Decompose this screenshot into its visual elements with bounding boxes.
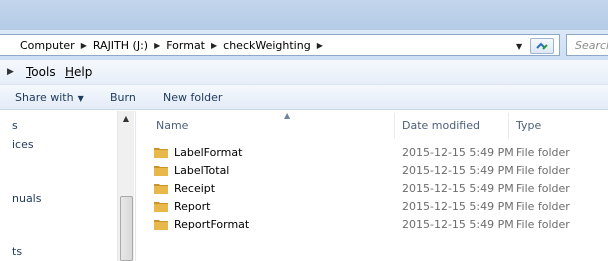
- file-name: LabelFormat: [174, 146, 243, 159]
- window-titlebar: [0, 0, 608, 30]
- table-row[interactable]: ReportFormat 2015-12-15 5:49 PM File fol…: [136, 216, 608, 234]
- file-date: 2015-12-15 5:49 PM: [402, 200, 514, 213]
- refresh-button[interactable]: [530, 38, 554, 54]
- file-date: 2015-12-15 5:49 PM: [402, 146, 514, 159]
- refresh-icon: [536, 42, 548, 50]
- scroll-thumb[interactable]: [120, 196, 133, 261]
- breadcrumb: Computer ▶ RAJITH (J:) ▶ Format ▶ checkWeighti…: [20, 39, 329, 52]
- table-row[interactable]: Receipt 2015-12-15 5:49 PM File folder: [136, 180, 608, 198]
- chevron-right-icon: ▶: [7, 67, 14, 77]
- column-header-date[interactable]: Date modified: [402, 119, 480, 132]
- menu-bar: ▶ Tools Help: [0, 60, 608, 85]
- breadcrumb-item-checkweighting[interactable]: checkWeighting: [223, 39, 311, 52]
- breadcrumb-item-drive[interactable]: RAJITH (J:): [93, 39, 148, 52]
- table-row[interactable]: Report 2015-12-15 5:49 PM File folder: [136, 198, 608, 216]
- chevron-down-icon[interactable]: ▼: [516, 42, 522, 51]
- file-date: 2015-12-15 5:49 PM: [402, 218, 514, 231]
- file-name: Receipt: [174, 182, 216, 195]
- nav-item[interactable]: s: [12, 119, 18, 132]
- burn-button[interactable]: Burn: [110, 91, 136, 104]
- file-date: 2015-12-15 5:49 PM: [402, 182, 514, 195]
- table-row[interactable]: LabelTotal 2015-12-15 5:49 PM File folde…: [136, 162, 608, 180]
- chevron-right-icon[interactable]: ▶: [211, 41, 217, 50]
- nav-item[interactable]: ices: [12, 138, 34, 151]
- sort-up-icon: ▲: [284, 111, 291, 120]
- column-divider[interactable]: [508, 113, 509, 139]
- new-folder-button[interactable]: New folder: [163, 91, 222, 104]
- address-bar[interactable]: Computer ▶ RAJITH (J:) ▶ Format ▶ checkWeighti…: [0, 34, 560, 56]
- chevron-right-icon[interactable]: ▶: [81, 41, 87, 50]
- breadcrumb-item-computer[interactable]: Computer: [20, 39, 75, 52]
- file-type: File folder: [516, 164, 570, 177]
- share-with-label: Share with: [15, 91, 74, 104]
- folder-icon: [154, 166, 168, 176]
- search-placeholder: Search: [575, 39, 608, 52]
- chevron-down-icon: ▼: [77, 94, 84, 103]
- command-toolbar: Share with ▼ Burn New folder: [0, 85, 608, 110]
- folder-icon: [154, 184, 168, 194]
- column-divider[interactable]: [394, 113, 395, 139]
- folder-icon: [154, 148, 168, 158]
- file-type: File folder: [516, 146, 570, 159]
- menu-tools[interactable]: Tools: [26, 65, 56, 79]
- file-type: File folder: [516, 218, 570, 231]
- scroll-up-icon[interactable]: ▲: [118, 111, 134, 127]
- folder-icon: [154, 220, 168, 230]
- chevron-right-icon[interactable]: ▶: [154, 41, 160, 50]
- search-input[interactable]: Search: [566, 34, 608, 56]
- nav-item[interactable]: ts: [12, 245, 22, 258]
- breadcrumb-item-format[interactable]: Format: [166, 39, 205, 52]
- folder-icon: [154, 202, 168, 212]
- menu-help[interactable]: Help: [65, 65, 92, 79]
- table-row[interactable]: LabelFormat 2015-12-15 5:49 PM File fold…: [136, 144, 608, 162]
- file-name: ReportFormat: [174, 218, 250, 231]
- nav-item[interactable]: nuals: [12, 192, 41, 205]
- file-type: File folder: [516, 200, 570, 213]
- address-row: Computer ▶ RAJITH (J:) ▶ Format ▶ checkWeighti…: [0, 30, 608, 60]
- column-header-type[interactable]: Type: [516, 119, 541, 132]
- share-with-button[interactable]: Share with ▼: [15, 91, 84, 104]
- column-header-name[interactable]: Name: [156, 119, 188, 132]
- nav-scrollbar[interactable]: ▲: [117, 111, 134, 261]
- file-list: Name ▲ Date modified Type LabelFormat 20…: [136, 111, 608, 261]
- file-name: LabelTotal: [174, 164, 230, 177]
- file-name: Report: [174, 200, 211, 213]
- file-type: File folder: [516, 182, 570, 195]
- navigation-pane: s ices nuals ts: [0, 111, 136, 261]
- chevron-right-icon[interactable]: ▶: [317, 41, 323, 50]
- file-date: 2015-12-15 5:49 PM: [402, 164, 514, 177]
